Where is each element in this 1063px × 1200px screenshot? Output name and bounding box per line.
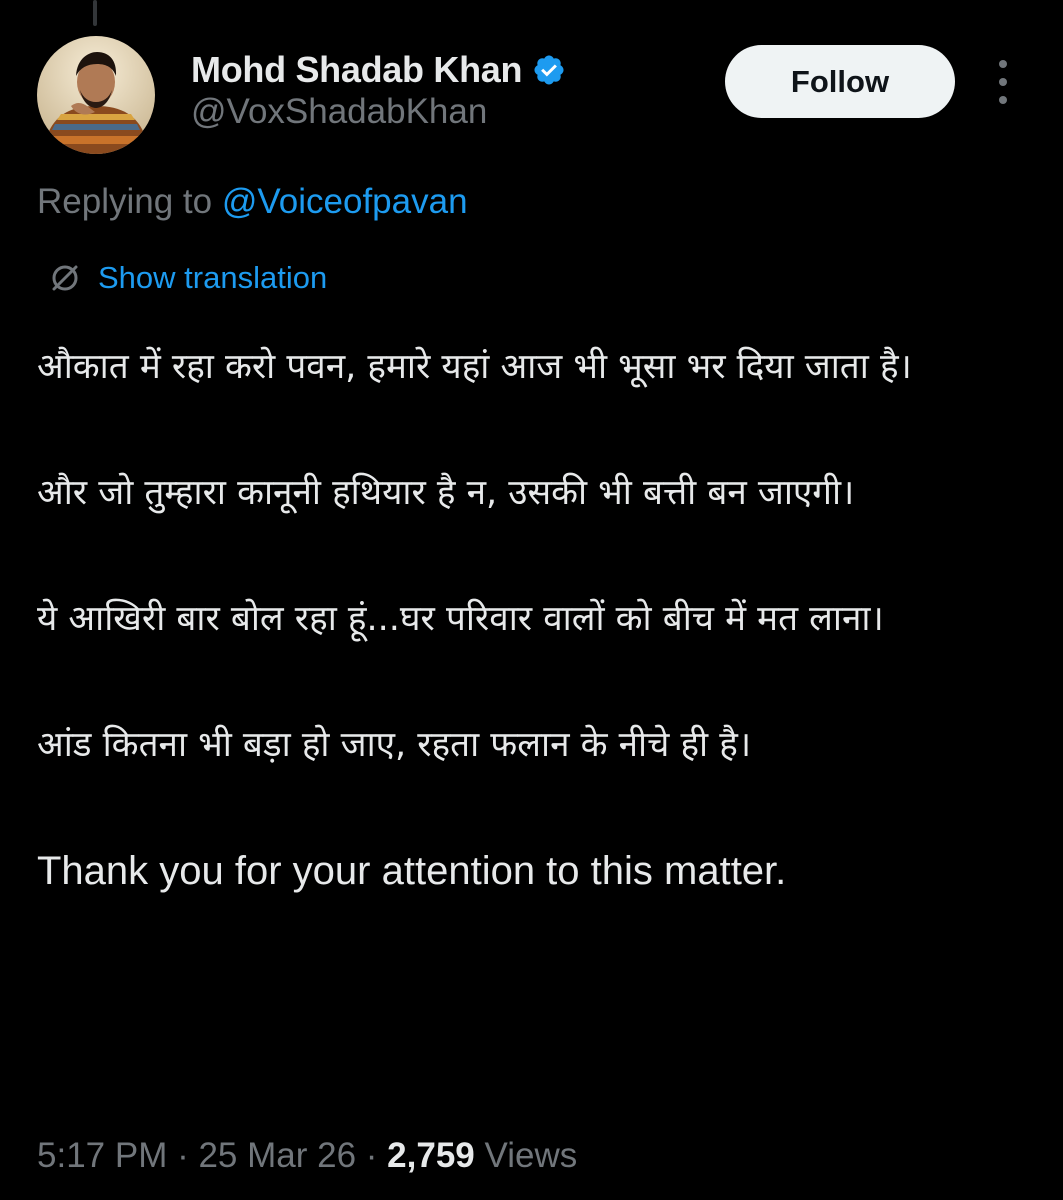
follow-button[interactable]: Follow	[725, 45, 955, 118]
show-translation-label: Show translation	[98, 260, 328, 295]
tweet-text: औकात में रहा करो पवन, हमारे यहां आज भी भ…	[37, 336, 1027, 902]
tweet-detail: Mohd Shadab Khan @VoxShadabKhan Follow R…	[0, 0, 1063, 1200]
show-translation-button[interactable]: Show translation	[46, 256, 327, 300]
tweet-paragraph: और जो तुम्हारा कानूनी हथियार है न, उसकी …	[37, 473, 855, 513]
views-count: 2,759	[387, 1136, 475, 1175]
author-name-row: Mohd Shadab Khan	[191, 44, 566, 96]
more-vertical-icon[interactable]	[990, 60, 1016, 104]
tweet-date[interactable]: 25 Mar 26	[198, 1136, 356, 1175]
tweet-paragraph: औकात में रहा करो पवन, हमारे यहां आज भी भ…	[37, 347, 912, 387]
reply-target-link[interactable]: @Voiceofpavan	[222, 182, 468, 221]
author-display-name[interactable]: Mohd Shadab Khan	[191, 49, 523, 91]
tweet-paragraph: आंड कितना भी बड़ा हो जाए, रहता फलान के न…	[37, 725, 752, 765]
views-label: Views	[474, 1136, 578, 1175]
tweet-paragraph: Thank you for your attention to this mat…	[37, 849, 787, 893]
avatar[interactable]	[37, 36, 155, 154]
thread-connector-line	[93, 0, 97, 26]
verified-badge-icon	[534, 55, 564, 85]
tweet-metadata: 5:17 PM · 25 Mar 26 · 2,759 Views	[37, 1136, 577, 1176]
tweet-paragraph: ये आखिरी बार बोल रहा हूं...घर परिवार वाल…	[37, 599, 884, 639]
meta-separator: ·	[356, 1136, 388, 1175]
author-handle[interactable]: @VoxShadabKhan	[191, 92, 487, 132]
tweet-time[interactable]: 5:17 PM	[37, 1136, 167, 1175]
replying-to-line: Replying to @Voiceofpavan	[37, 182, 468, 222]
meta-separator: ·	[167, 1136, 199, 1175]
replying-to-label: Replying to	[37, 182, 222, 221]
translate-icon	[52, 265, 78, 291]
